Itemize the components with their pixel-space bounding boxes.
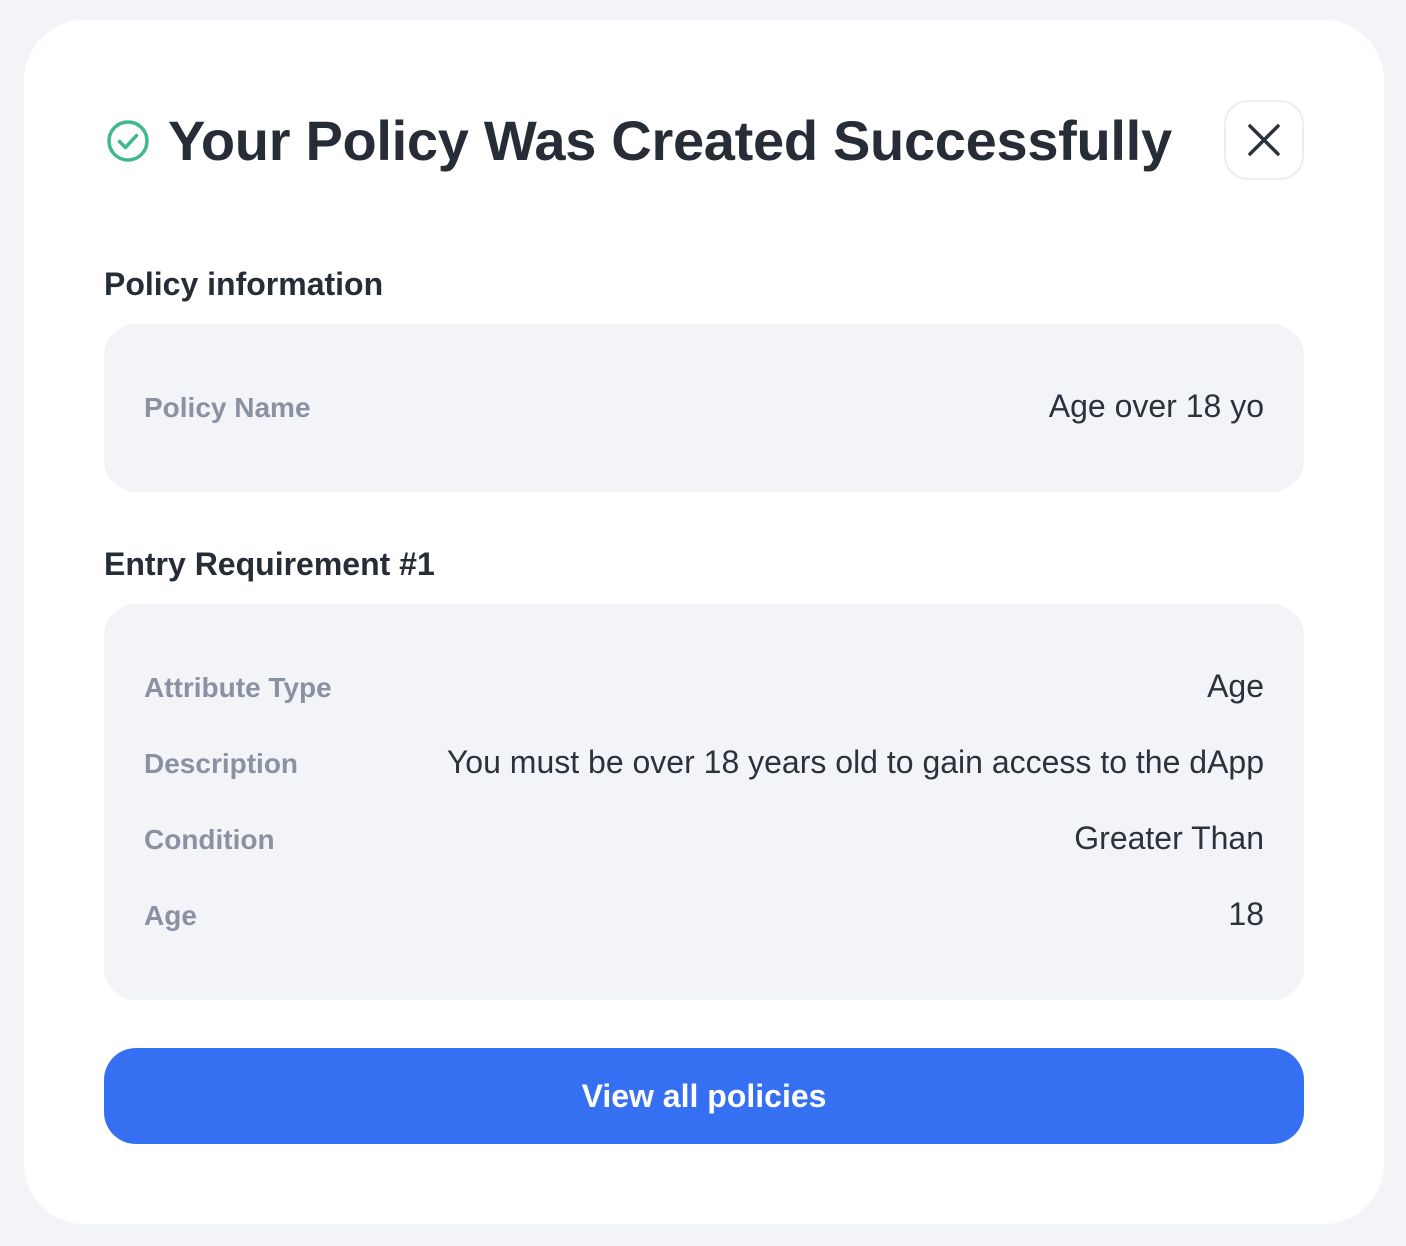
close-button[interactable] bbox=[1224, 100, 1304, 180]
policy-created-dialog: Your Policy Was Created Successfully Pol… bbox=[24, 20, 1384, 1224]
attribute-type-row: Attribute Type Age bbox=[144, 668, 1264, 708]
dialog-title: Your Policy Was Created Successfully bbox=[168, 109, 1172, 172]
attribute-type-value: Age bbox=[1207, 668, 1264, 704]
policy-name-value: Age over 18 yo bbox=[1048, 388, 1264, 424]
entry-requirement-panel: Attribute Type Age Description You must … bbox=[104, 604, 1304, 1000]
policy-information-heading: Policy information bbox=[104, 266, 384, 302]
view-all-policies-button[interactable]: View all policies bbox=[104, 1048, 1304, 1144]
condition-value: Greater Than bbox=[1074, 820, 1264, 856]
age-label: Age bbox=[144, 900, 197, 931]
age-value: 18 bbox=[1228, 896, 1264, 932]
age-row: Age 18 bbox=[144, 896, 1264, 936]
policy-information-panel: Policy Name Age over 18 yo bbox=[104, 324, 1304, 492]
condition-label: Condition bbox=[144, 824, 275, 855]
condition-row: Condition Greater Than bbox=[144, 820, 1264, 860]
description-label: Description bbox=[144, 748, 299, 779]
entry-requirement-heading: Entry Requirement #1 bbox=[104, 546, 435, 582]
check-circle-icon bbox=[106, 119, 150, 163]
description-row: Description You must be over 18 years ol… bbox=[144, 744, 1264, 784]
dialog-header: Your Policy Was Created Successfully bbox=[104, 100, 1304, 220]
description-value: You must be over 18 years old to gain ac… bbox=[446, 744, 1264, 780]
policy-name-row: Policy Name Age over 18 yo bbox=[144, 388, 1264, 428]
policy-name-label: Policy Name bbox=[144, 392, 311, 423]
close-icon bbox=[1247, 123, 1281, 157]
attribute-type-label: Attribute Type bbox=[144, 672, 332, 703]
